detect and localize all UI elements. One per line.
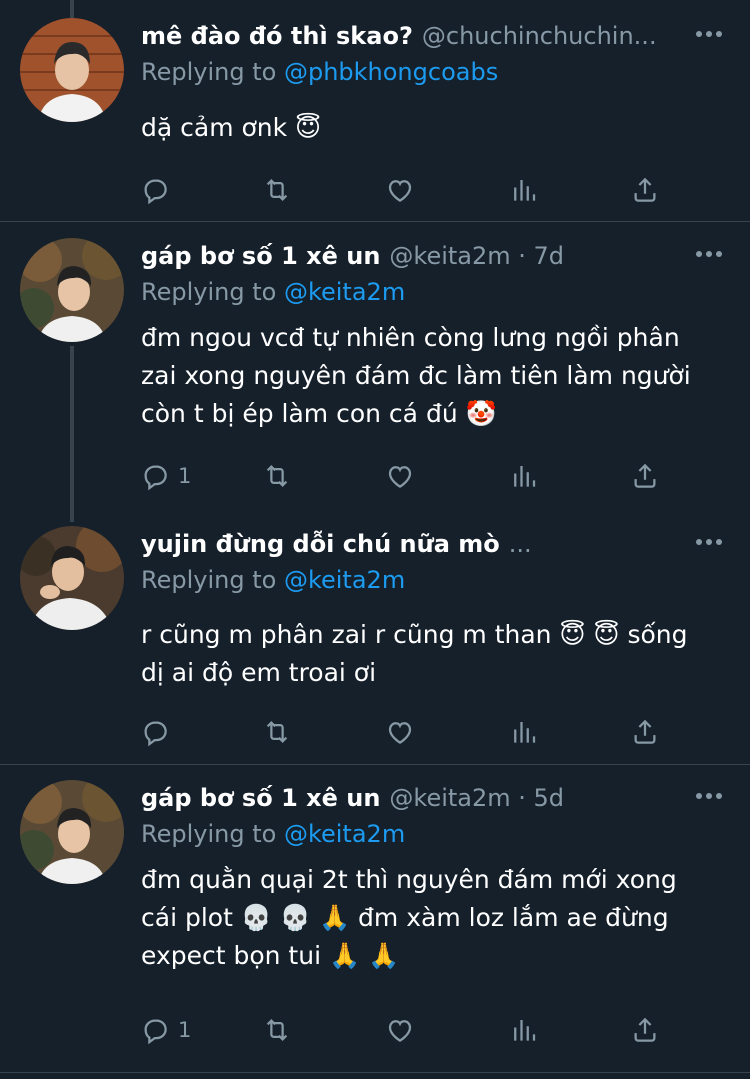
reply-mention[interactable]: @keita2m: [284, 820, 405, 848]
reply-button[interactable]: 1: [140, 456, 191, 496]
views-button[interactable]: [509, 1010, 539, 1050]
reply-button[interactable]: [140, 712, 178, 752]
avatar[interactable]: [20, 780, 124, 884]
share-button[interactable]: [630, 170, 660, 210]
display-name[interactable]: gáp bơ số 1 xê un: [141, 238, 380, 274]
divider: [0, 764, 750, 765]
tweet-text-line: cái plot 💀 💀 🙏 đm xàm loz lắm ae đừng: [141, 903, 669, 932]
divider: [0, 221, 750, 222]
tweet[interactable]: mê đào đó thì skao? @chuchinchuchin... R…: [0, 18, 750, 218]
more-icon[interactable]: [696, 792, 722, 800]
user-handle[interactable]: @keita2m · 5d: [389, 780, 564, 816]
retweet-button[interactable]: [262, 712, 292, 752]
replying-to: Replying to @phbkhongcoabs: [141, 54, 498, 90]
tweet-text-line: dặ cảm ơnk 😇: [141, 113, 322, 142]
retweet-button[interactable]: [262, 456, 292, 496]
reply-button[interactable]: [140, 170, 178, 210]
like-icon: [388, 180, 412, 202]
share-icon: [634, 463, 656, 488]
reply-icon: [144, 465, 167, 491]
retweet-button[interactable]: [262, 1010, 292, 1050]
like-button[interactable]: [385, 1010, 415, 1050]
share-button[interactable]: [630, 456, 660, 496]
share-button[interactable]: [630, 712, 660, 752]
reply-mention[interactable]: @keita2m: [284, 278, 405, 306]
avatar[interactable]: [20, 18, 124, 122]
tweet-text-line: còn t bị ép làm con cá đú 🤡: [141, 399, 497, 428]
like-icon: [388, 466, 412, 488]
tweet-text-line: dị ai độ em troai ơi: [141, 658, 377, 687]
views-icon: [514, 722, 536, 743]
thread-line: [70, 0, 74, 18]
replying-to: Replying to @keita2m: [141, 274, 405, 310]
divider: [0, 1072, 750, 1073]
replying-to-label: Replying to: [141, 58, 277, 86]
share-icon: [634, 1017, 656, 1042]
views-icon: [514, 1020, 536, 1041]
retweet-icon: [266, 465, 288, 487]
user-handle[interactable]: ...: [509, 526, 532, 562]
reply-icon: [144, 1019, 167, 1045]
views-button[interactable]: [509, 456, 539, 496]
action-bar: 1: [140, 1010, 680, 1050]
tweet-text-line: zai xong nguyên đám đc làm tiên làm ngườ…: [141, 361, 691, 390]
views-button[interactable]: [509, 712, 539, 752]
like-icon: [388, 722, 412, 744]
more-icon[interactable]: [696, 538, 722, 546]
tweet[interactable]: gáp bơ số 1 xê un @keita2m · 7d Replying…: [0, 238, 750, 508]
views-icon: [514, 466, 536, 487]
replying-to: Replying to @keita2m: [141, 816, 405, 852]
like-button[interactable]: [385, 170, 415, 210]
reply-icon: [144, 721, 167, 747]
replying-to-label: Replying to: [141, 820, 277, 848]
more-icon[interactable]: [696, 30, 722, 38]
reply-icon: [144, 179, 167, 205]
tweet-header: gáp bơ số 1 xê un @keita2m · 7d: [141, 238, 680, 274]
action-bar: [140, 712, 680, 752]
tweet-text-line: r cũng m phân zai r cũng m than 😇 😇 sống: [141, 620, 688, 649]
tweet-text-line: đm quằn quại 2t thì nguyên đám mới xong: [141, 865, 677, 894]
tweet-text-line: expect bọn tui 🙏 🙏: [141, 941, 400, 970]
retweet-icon: [266, 179, 288, 201]
tweet-text-line: đm ngou vcđ tự nhiên còng lưng ngồi phân: [141, 323, 680, 352]
avatar[interactable]: [20, 238, 124, 342]
tweet-text: r cũng m phân zai r cũng m than 😇 😇 sống…: [141, 616, 726, 692]
tweet-text: dặ cảm ơnk 😇: [141, 109, 726, 147]
display-name[interactable]: gáp bơ số 1 xê un: [141, 780, 380, 816]
display-name[interactable]: yujin đừng dỗi chú nữa mò: [141, 526, 500, 562]
like-icon: [388, 1020, 412, 1042]
tweet-text: đm quằn quại 2t thì nguyên đám mới xong …: [141, 861, 726, 975]
retweet-icon: [266, 1019, 288, 1041]
tweet-header: gáp bơ số 1 xê un @keita2m · 5d: [141, 780, 680, 816]
action-bar: 1: [140, 456, 680, 496]
avatar[interactable]: [20, 526, 124, 630]
views-icon: [514, 180, 536, 201]
replying-to: Replying to @keita2m: [141, 562, 405, 598]
retweet-button[interactable]: [262, 170, 292, 210]
retweet-icon: [266, 721, 288, 743]
replying-to-label: Replying to: [141, 566, 277, 594]
views-button[interactable]: [509, 170, 539, 210]
tweet[interactable]: gáp bơ số 1 xê un @keita2m · 5d Replying…: [0, 780, 750, 1070]
share-icon: [634, 177, 656, 202]
display-name[interactable]: mê đào đó thì skao?: [141, 18, 413, 54]
share-button[interactable]: [630, 1010, 660, 1050]
more-icon[interactable]: [696, 250, 722, 258]
share-icon: [634, 719, 656, 744]
reply-count: 1: [178, 464, 192, 488]
replying-to-label: Replying to: [141, 278, 277, 306]
like-button[interactable]: [385, 456, 415, 496]
tweet-text: đm ngou vcđ tự nhiên còng lưng ngồi phân…: [141, 319, 726, 433]
reply-mention[interactable]: @phbkhongcoabs: [284, 58, 498, 86]
reply-button[interactable]: 1: [140, 1010, 191, 1050]
tweet-header: mê đào đó thì skao? @chuchinchuchin...: [141, 18, 680, 54]
action-bar: [140, 170, 680, 210]
user-handle[interactable]: @keita2m · 7d: [389, 238, 564, 274]
user-handle[interactable]: @chuchinchuchin...: [422, 18, 657, 54]
reply-mention[interactable]: @keita2m: [284, 566, 405, 594]
like-button[interactable]: [385, 712, 415, 752]
reply-count: 1: [178, 1018, 192, 1042]
tweet-header: yujin đừng dỗi chú nữa mò ...: [141, 526, 680, 562]
tweet[interactable]: yujin đừng dỗi chú nữa mò ... Replying t…: [0, 526, 750, 756]
